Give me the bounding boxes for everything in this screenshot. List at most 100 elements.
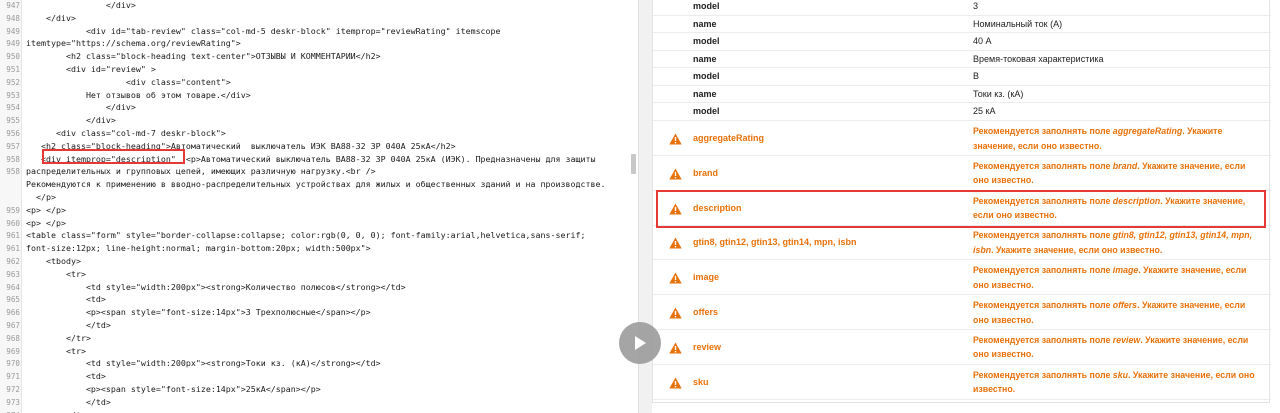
code-text: <p> </p> (26, 204, 66, 215)
property-row: name Время-токовая характеристика (653, 51, 1271, 68)
warning-message-field: review (1112, 334, 1141, 345)
code-text: <p> </p> (26, 217, 66, 228)
code-view-pane[interactable]: 947 </div> 948 </div> 949 <div id="tab-rev… (0, 0, 628, 413)
code-line: 951 <div id="review" > (0, 63, 628, 76)
code-text: <table class="form" style="border-collap… (26, 230, 586, 241)
code-line: 948 </div> (0, 12, 628, 25)
warning-field-name: sku (693, 376, 709, 387)
code-text: <tr> (26, 268, 86, 279)
code-line: 961 font-size:12px; line-height:normal; m… (0, 242, 628, 255)
warning-row-offers[interactable]: offers Рекомендуется заполнять поле offer… (653, 295, 1271, 330)
warning-row-gtin8[interactable]: gtin8, gtin12, gtin13, gtin14, mpn, isbn… (653, 225, 1271, 261)
property-row: model 40 А (653, 33, 1271, 51)
code-line: 969 <tr> (0, 345, 628, 358)
warning-row-image[interactable]: image Рекомендуется заполнять поле image.… (653, 260, 1271, 296)
structured-data-card: model 3 name Номинальный ток (А) model 40 А na… (652, 0, 1271, 403)
code-text: <div class="col-md-7 deskr-block"> (26, 128, 226, 138)
line-number: 974 (0, 410, 22, 413)
code-line: 970 <td style="width:200px"><strong>Токи… (0, 357, 628, 370)
property-key: name (693, 88, 717, 99)
property-value: Номинальный ток (А) (973, 18, 1063, 29)
warning-message-field: brand (1112, 160, 1138, 171)
warning-message-prefix: Рекомендуется заполнять поле (973, 265, 1113, 276)
code-text: </td> (26, 396, 111, 407)
property-row: name Номинальный ток (А) (653, 16, 1271, 33)
warning-message: Рекомендуется заполнять поле aggregateRa… (973, 124, 1263, 153)
code-line: 953 Нет отзывов об этом товаре.</div> (0, 89, 628, 102)
code-text: <td> (26, 371, 106, 382)
warning-row-sku[interactable]: sku Рекомендуется заполнять поле sku. Ука… (653, 365, 1271, 400)
code-line: 965 <td> (0, 293, 628, 306)
warning-message: Рекомендуется заполнять поле review. Ука… (973, 333, 1263, 362)
warning-message: Рекомендуется заполнять поле brand. Укаж… (973, 159, 1263, 188)
property-key: model (693, 71, 720, 81)
warning-message-field: sku (1112, 369, 1128, 380)
warning-triangle-icon (669, 168, 682, 180)
code-line: 974 </tr> (0, 409, 628, 413)
code-line: 963 <tr> (0, 268, 628, 281)
code-scrollbar-thumb[interactable] (631, 154, 636, 174)
property-value: В (973, 71, 980, 81)
warning-triangle-icon (669, 377, 682, 389)
play-button[interactable] (619, 322, 661, 364)
code-line: 964 <td style="width:200px"><strong>Коли… (0, 281, 628, 294)
code-text: <h2 class="block-heading text-center">ОТ… (26, 51, 381, 62)
code-text: <tr> (26, 345, 86, 356)
code-text: <div id="tab-review" class="col-md-5 des… (26, 25, 501, 36)
code-line: 947 </div> (0, 0, 628, 12)
code-text: </div> (26, 102, 136, 113)
property-value: 40 А (973, 36, 992, 46)
description-code-highlight (42, 149, 185, 164)
property-row: name Токи кз. (кА) (653, 86, 1271, 103)
property-value: 25 кА (973, 106, 996, 116)
warning-message-prefix: Рекомендуется заполнять поле (973, 126, 1113, 136)
property-key: name (693, 53, 717, 64)
property-key: name (693, 18, 717, 29)
code-text: <div class="content"> (26, 76, 231, 87)
code-line: 955 </div> (0, 114, 628, 127)
code-line: Рекомендуются к применению в вводно-расп… (0, 178, 628, 191)
warning-message-prefix: Рекомендуется заполнять поле (973, 334, 1113, 345)
warning-field-name: offers (693, 307, 719, 317)
warning-row-brand[interactable]: brand Рекомендуется заполнять поле brand.… (653, 156, 1271, 191)
property-value: Токи кз. (кА) (973, 88, 1024, 99)
code-text: </div> (26, 115, 116, 126)
warning-message-field: offers (1112, 300, 1138, 310)
code-text: itemtype="https://schema.org/reviewRatin… (26, 38, 241, 49)
warning-message-field: image (1112, 265, 1139, 276)
warning-triangle-icon (669, 272, 682, 284)
code-line: 968 </tr> (0, 332, 628, 345)
code-text: </p> (26, 192, 56, 202)
warning-triangle-icon (669, 237, 682, 249)
code-text: <tbody> (26, 256, 81, 266)
code-text: </tr> (26, 409, 91, 413)
code-line: 960 <p> </p> (0, 217, 628, 230)
warning-row-review[interactable]: review Рекомендуется заполнять поле revie… (653, 330, 1271, 365)
warning-row-aggregateRating[interactable]: aggregateRating Рекомендуется заполнять п… (653, 121, 1271, 156)
warning-message-prefix: Рекомендуется заполнять поле (973, 160, 1113, 171)
code-line: 956 <div class="col-md-7 deskr-block"> (0, 127, 628, 140)
property-key: model (693, 1, 720, 11)
code-text: <td style="width:200px"><strong>Токи кз.… (26, 358, 381, 369)
warning-message: Рекомендуется заполнять поле offers. Ука… (973, 298, 1263, 327)
property-row: model В (653, 68, 1271, 86)
warning-message-suffix: . Укажите значение, если оно известно. (991, 244, 1163, 255)
code-text: font-size:12px; line-height:normal; marg… (26, 243, 371, 254)
code-line: 972 <p><span style="font-size:14px">25кА… (0, 383, 628, 396)
code-text: <div id="review" > (26, 64, 156, 74)
play-icon (635, 336, 646, 350)
code-line: 958 распределительных и групповых цепей, … (0, 165, 628, 178)
warning-message-prefix: Рекомендуется заполнять поле (973, 230, 1113, 241)
code-line: 952 <div class="content"> (0, 76, 628, 89)
code-line: 966 <p><span style="font-size:14px">3 Тр… (0, 306, 628, 319)
property-value: 3 (973, 1, 979, 11)
property-row: model 3 (653, 0, 1271, 16)
property-key: model (693, 36, 720, 46)
code-line: 962 <tbody> (0, 255, 628, 268)
description-warning-highlight (656, 190, 1266, 228)
code-line: 954 </div> (0, 101, 628, 114)
code-text: <td> (26, 294, 106, 305)
code-line: 971 <td> (0, 370, 628, 383)
code-text: </td> (26, 320, 111, 330)
property-row: model 25 кА (653, 103, 1271, 121)
